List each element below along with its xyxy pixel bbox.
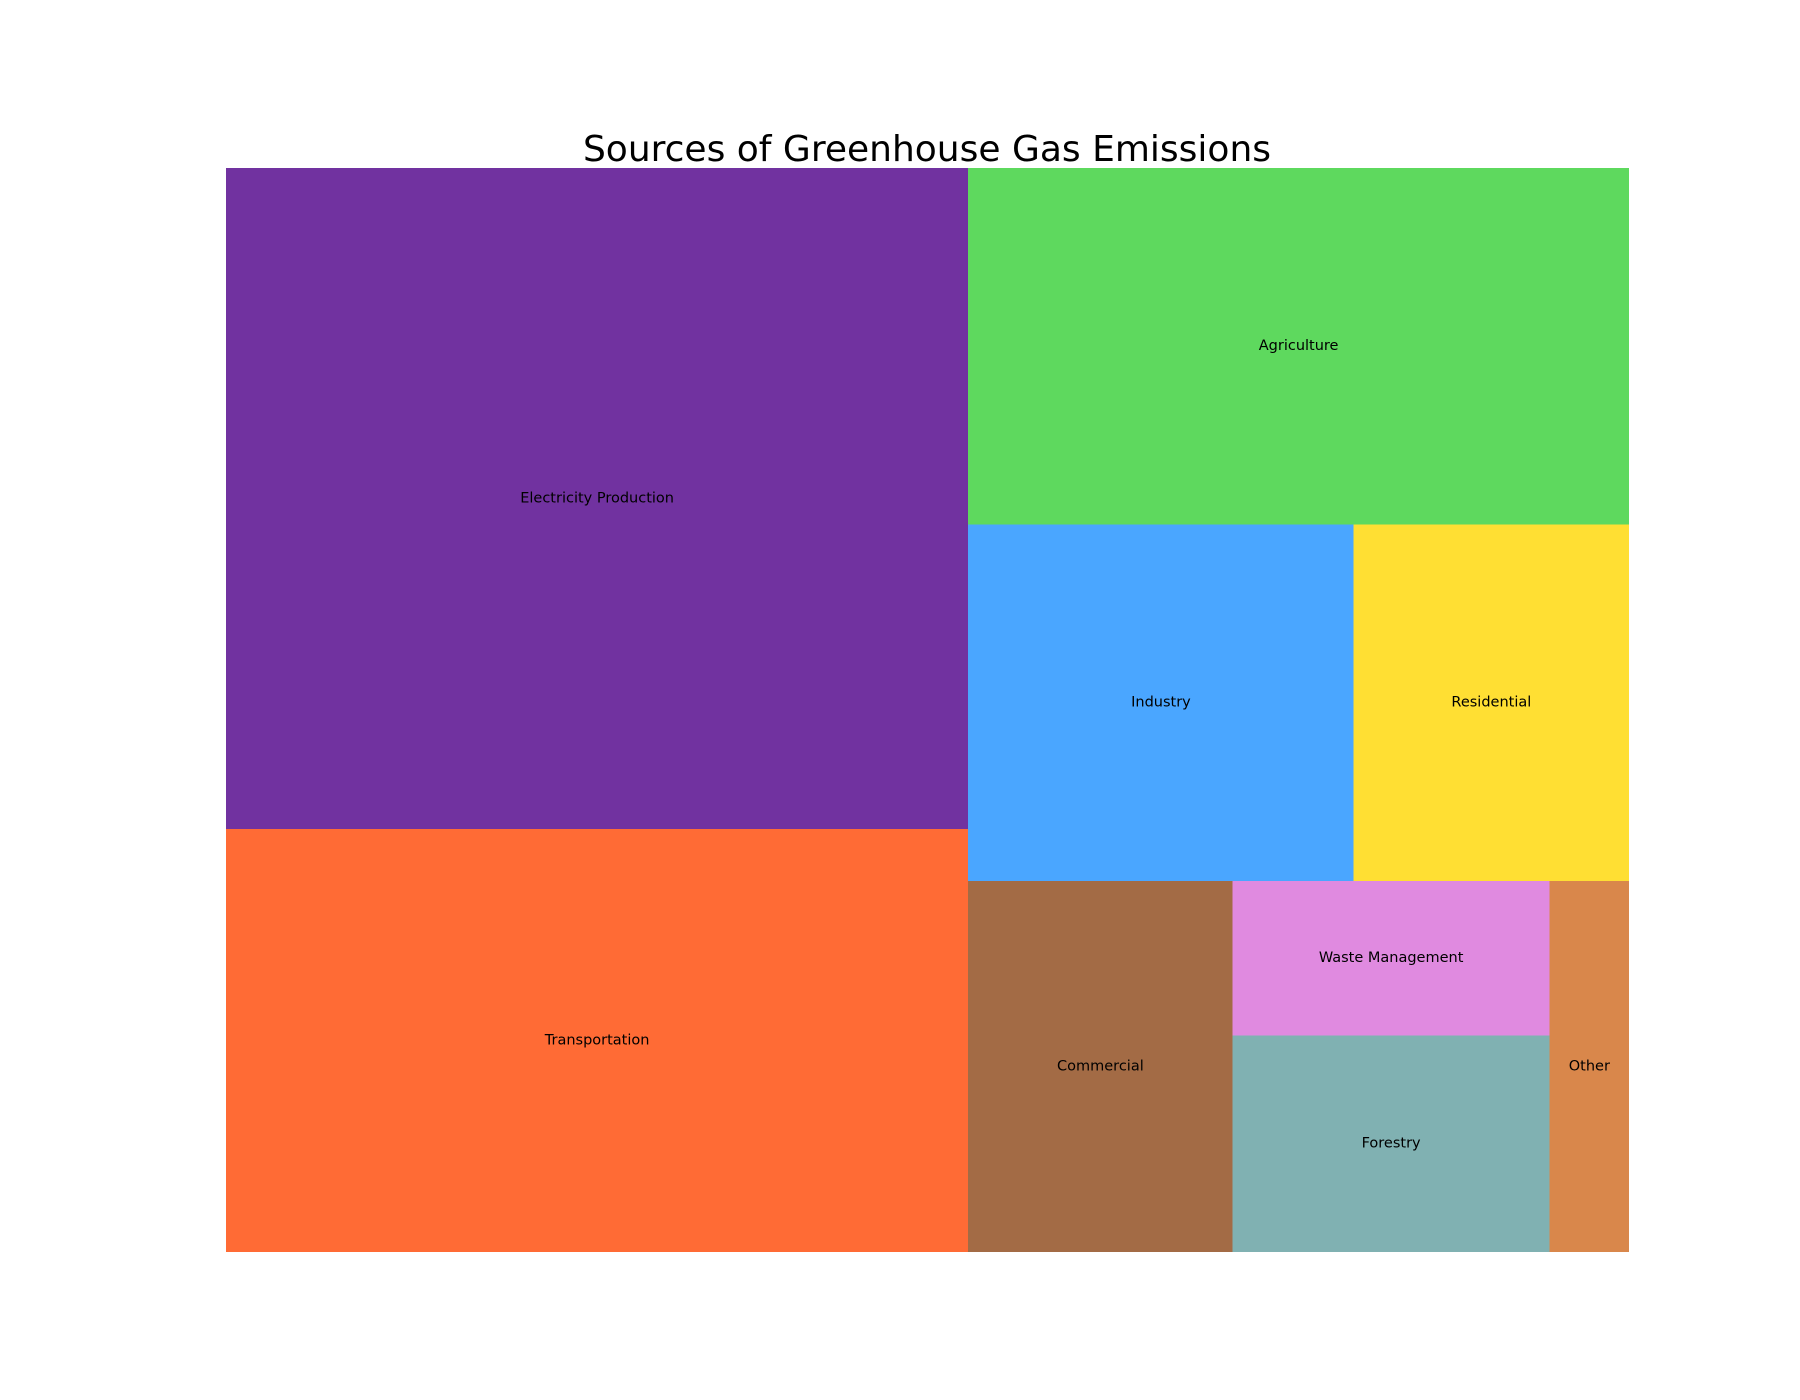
treemap-rects bbox=[226, 168, 1629, 1252]
chart-title: Sources of Greenhouse Gas Emissions bbox=[583, 129, 1271, 170]
treemap-label-transportation: Transportation bbox=[544, 1032, 650, 1048]
treemap-chart: Sources of Greenhouse Gas Emissions Elec… bbox=[226, 129, 1629, 1252]
treemap-label-waste-management: Waste Management bbox=[1319, 950, 1464, 966]
treemap-label-forestry: Forestry bbox=[1362, 1136, 1421, 1152]
treemap-label-agriculture: Agriculture bbox=[1259, 338, 1339, 354]
treemap-label-electricity-production: Electricity Production bbox=[520, 490, 674, 506]
treemap-label-other: Other bbox=[1569, 1058, 1610, 1074]
treemap-label-commercial: Commercial bbox=[1057, 1058, 1144, 1074]
treemap-label-industry: Industry bbox=[1131, 695, 1191, 711]
treemap-label-residential: Residential bbox=[1451, 695, 1531, 711]
